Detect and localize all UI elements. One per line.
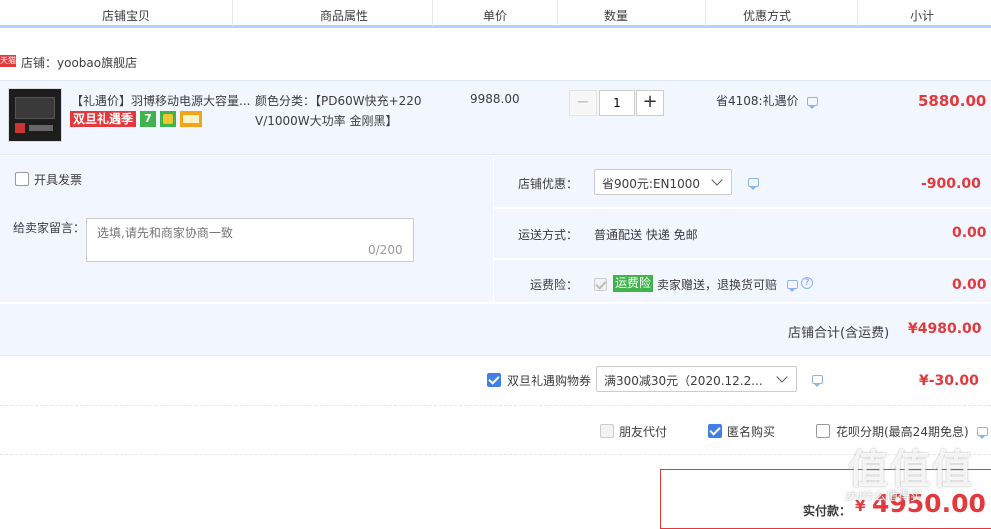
item-subtotal: 5880.00 <box>918 92 987 110</box>
message-bubble-icon[interactable] <box>807 97 818 109</box>
col-header-qty: 数量 <box>604 9 629 23</box>
col-header-discount: 优惠方式 <box>743 9 792 23</box>
payment-label: 实付款： <box>803 504 852 518</box>
shop-discount-label: 店铺优惠： <box>518 177 579 191</box>
invoice-checkbox[interactable] <box>15 172 29 186</box>
product-image-shape <box>15 123 25 133</box>
header-divider <box>432 0 433 26</box>
col-header-attr: 商品属性 <box>320 9 369 23</box>
friend-pay-checkbox <box>600 424 614 438</box>
chevron-down-icon <box>776 371 788 383</box>
product-attr-line1: 颜色分类：【PD60W快充+220 <box>255 94 422 108</box>
message-char-counter: 0/200 <box>368 243 403 257</box>
col-header-item: 店铺宝贝 <box>102 9 151 23</box>
friend-pay-label: 朋友代付 <box>619 425 668 439</box>
product-title-link[interactable]: 【礼遇价】羽博移动电源大容量... <box>71 92 250 109</box>
card-pay-icon <box>180 111 202 127</box>
message-bubble-icon[interactable] <box>812 375 823 387</box>
shipping-value: 普通配送 快递 免邮 <box>594 228 698 242</box>
quantity-input[interactable] <box>599 90 635 116</box>
col-header-subtotal: 小计 <box>910 9 935 23</box>
tmall-badge-icon: 天猫 <box>0 55 16 67</box>
panel-divider <box>494 207 991 209</box>
coupon-label: 双旦礼遇购物券 <box>507 374 592 388</box>
anonymous-checkbox[interactable] <box>708 424 722 438</box>
invoice-label: 开具发票 <box>34 173 83 187</box>
shop-total-label: 店铺合计(含运费) <box>788 326 890 341</box>
shop-discount-selected: 省900元:EN1000 <box>602 177 701 191</box>
panel-divider <box>494 258 991 260</box>
insurance-tag: 运费险 <box>613 275 654 292</box>
shop-discount-select[interactable]: 省900元:EN1000 <box>594 169 732 195</box>
product-thumbnail[interactable] <box>8 88 62 142</box>
unit-price: 9988.00 <box>470 92 520 106</box>
message-bubble-icon[interactable] <box>977 427 988 439</box>
message-bubble-icon[interactable] <box>748 178 759 190</box>
product-image-shape <box>15 97 55 119</box>
seller-message-input[interactable] <box>86 218 414 262</box>
promo-tag: 双旦礼遇季 <box>70 111 137 127</box>
coupon-selected: 满300减30元（2020.12.2... <box>604 374 763 388</box>
quantity-increase-button[interactable]: + <box>636 90 664 116</box>
seller-message-label: 给卖家留言： <box>13 221 86 235</box>
shop-discount-amount: -900.00 <box>921 176 981 192</box>
insurance-amount: 0.00 <box>952 277 987 293</box>
product-image-shape <box>29 125 53 131</box>
insurance-checkbox <box>594 278 607 291</box>
header-divider <box>857 0 858 26</box>
seven-day-return-icon: 7 <box>140 111 156 127</box>
message-bubble-icon[interactable] <box>787 280 798 292</box>
header-divider <box>557 0 558 26</box>
anonymous-label: 匿名购买 <box>727 425 776 439</box>
shipping-label: 运送方式： <box>518 228 579 242</box>
insurance-value: 卖家赠送，退换货可赔 <box>657 278 778 292</box>
watermark-subtext: zhi什么值得买 <box>845 489 923 503</box>
chevron-down-icon <box>711 174 723 186</box>
product-attr-line2: V/1000W大功率 金刚黑】 <box>255 114 398 128</box>
help-question-icon[interactable]: ? <box>801 277 813 289</box>
shop-name[interactable]: 店铺：yoobao旗舰店 <box>21 54 137 71</box>
col-header-price: 单价 <box>483 9 508 23</box>
coupon-amount: ¥-30.00 <box>919 373 979 389</box>
shipping-amount: 0.00 <box>952 225 987 241</box>
panel-divider <box>0 302 991 304</box>
guarantee-icon <box>160 111 176 127</box>
quantity-decrease-button[interactable]: − <box>569 90 597 116</box>
panel-divider <box>493 156 494 303</box>
coupon-select[interactable]: 满300减30元（2020.12.2... <box>596 366 797 392</box>
insurance-label: 运费险： <box>530 278 579 292</box>
header-divider <box>232 0 233 26</box>
huabei-checkbox[interactable] <box>816 424 830 438</box>
shop-total-value: ¥4980.00 <box>908 321 982 337</box>
coupon-checkbox[interactable] <box>487 373 501 387</box>
table-header: 店铺宝贝 商品属性 单价 数量 优惠方式 小计 <box>0 0 991 28</box>
item-discount: 省4108:礼遇价 <box>716 94 799 108</box>
header-divider <box>705 0 706 26</box>
